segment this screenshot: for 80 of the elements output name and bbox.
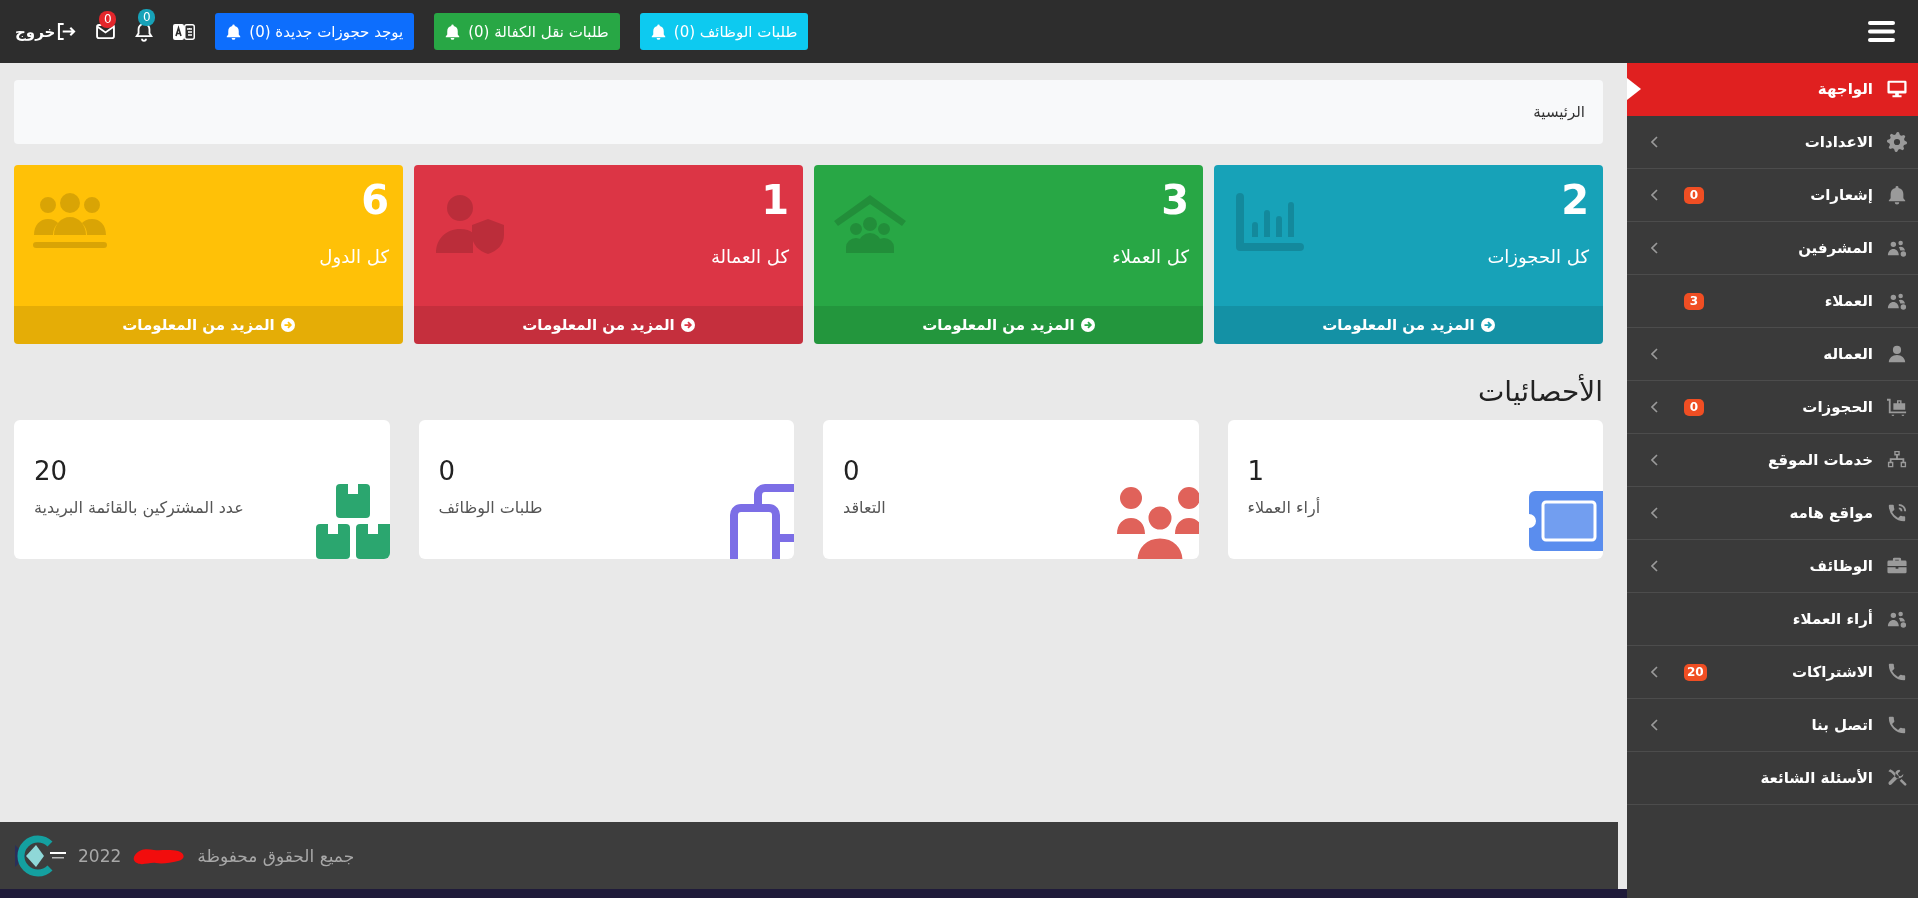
sidebar-item[interactable]: خدمات الموقع <box>1627 434 1918 487</box>
bell-icon <box>650 23 666 40</box>
chevron-icon <box>1651 454 1658 466</box>
alert-button[interactable]: يوجد حجوزات جديدة (0) <box>215 13 415 50</box>
arrow-circle-icon <box>680 318 695 332</box>
phone-icon <box>1887 715 1907 735</box>
more-info-link[interactable]: المزيد من المعلومات <box>814 306 1203 344</box>
menu-button[interactable] <box>1868 21 1895 42</box>
stat-value: 0 <box>438 456 457 486</box>
menu-icon <box>1868 21 1895 42</box>
count-badge: 0 <box>1684 398 1704 416</box>
users-icon <box>1887 238 1907 258</box>
sidebar-item[interactable]: العماله <box>1627 328 1918 381</box>
chevron-icon <box>1651 560 1658 572</box>
count-badge: 3 <box>1684 292 1704 310</box>
card-value: 6 <box>360 176 389 225</box>
chevron-icon <box>1651 401 1658 413</box>
bell-icon <box>226 23 242 40</box>
sidebar-item[interactable]: مواقع هامه <box>1627 487 1918 540</box>
phone-signal-icon <box>1887 503 1907 523</box>
logo-icon <box>14 834 66 877</box>
sitemap-icon <box>1887 450 1907 470</box>
stat-label: طلبات الوظائف <box>438 497 544 519</box>
chevron-icon <box>1651 719 1658 731</box>
sidebar-item[interactable]: الواجهة <box>1627 63 1918 116</box>
chevron-icon <box>1651 189 1658 201</box>
card-label: كل العمالة <box>710 245 789 269</box>
message-badge: 0 <box>99 11 117 28</box>
more-info-link[interactable]: المزيد من المعلومات <box>1214 306 1603 344</box>
sidebar-item[interactable]: الوظائف <box>1627 540 1918 593</box>
sidebar-item[interactable]: اتصل بنا <box>1627 699 1918 752</box>
chevron-icon <box>1651 348 1658 360</box>
bell-icon <box>445 23 461 40</box>
tools-icon <box>1887 768 1907 788</box>
logout-icon <box>57 23 77 40</box>
stat-value: 0 <box>843 456 861 486</box>
section-title: الأحصائيات <box>1477 375 1603 409</box>
year-text: 2022 <box>78 845 122 866</box>
card-value: 1 <box>760 176 789 225</box>
sidebar-item[interactable]: الأسئلة الشائعة <box>1627 752 1918 805</box>
gear-icon <box>1887 132 1907 152</box>
phone-icon <box>1887 662 1907 682</box>
sidebar-item[interactable]: أراء العملاء <box>1627 593 1918 646</box>
card-label: كل الدول <box>319 245 389 269</box>
luggage-cart-icon <box>1887 397 1907 417</box>
card-label: كل الحجوزات <box>1487 245 1589 269</box>
sidebar-item[interactable]: المشرفين <box>1627 222 1918 275</box>
arrow-circle-icon <box>1480 318 1495 332</box>
monitor-icon <box>1887 79 1907 99</box>
sidebar-item[interactable]: الاعدادات <box>1627 116 1918 169</box>
card-label: كل العملاء <box>1112 245 1189 269</box>
users-icon <box>1887 291 1907 311</box>
chevron-icon <box>1651 666 1658 678</box>
notification-badge: 0 <box>138 8 156 26</box>
count-badge: 20 <box>1684 663 1707 681</box>
stat-label: أراء العملاء <box>1247 497 1322 519</box>
stat-value: 1 <box>1247 456 1266 486</box>
stat-label: عدد المشتركين بالقائمة البريدية <box>34 497 245 519</box>
mail-icon[interactable] <box>96 24 116 39</box>
translate-icon[interactable] <box>173 23 196 40</box>
stat-value: 20 <box>34 456 69 486</box>
users-icon <box>1887 609 1907 629</box>
chevron-icon <box>1651 136 1658 148</box>
copyright-text: جميع الحقوق محفوظة <box>197 845 355 866</box>
more-info-link[interactable]: المزيد من المعلومات <box>414 306 803 344</box>
logout-link[interactable]: خروج <box>15 22 77 41</box>
arrow-circle-icon <box>1080 318 1095 332</box>
chevron-icon <box>1651 507 1658 519</box>
breadcrumb-item: الرئيسية <box>1533 103 1585 121</box>
card-value: 3 <box>1160 176 1189 225</box>
card-value: 2 <box>1560 176 1589 225</box>
user-icon <box>1887 344 1907 364</box>
bell-icon <box>1887 185 1907 205</box>
count-badge: 0 <box>1684 186 1704 204</box>
stat-label: التعاقد <box>843 497 887 519</box>
pointer-icon <box>1627 78 1641 100</box>
arrow-circle-icon <box>280 318 295 332</box>
briefcase-icon <box>1887 556 1907 576</box>
redaction-mark <box>133 846 186 865</box>
chevron-icon <box>1651 242 1658 254</box>
